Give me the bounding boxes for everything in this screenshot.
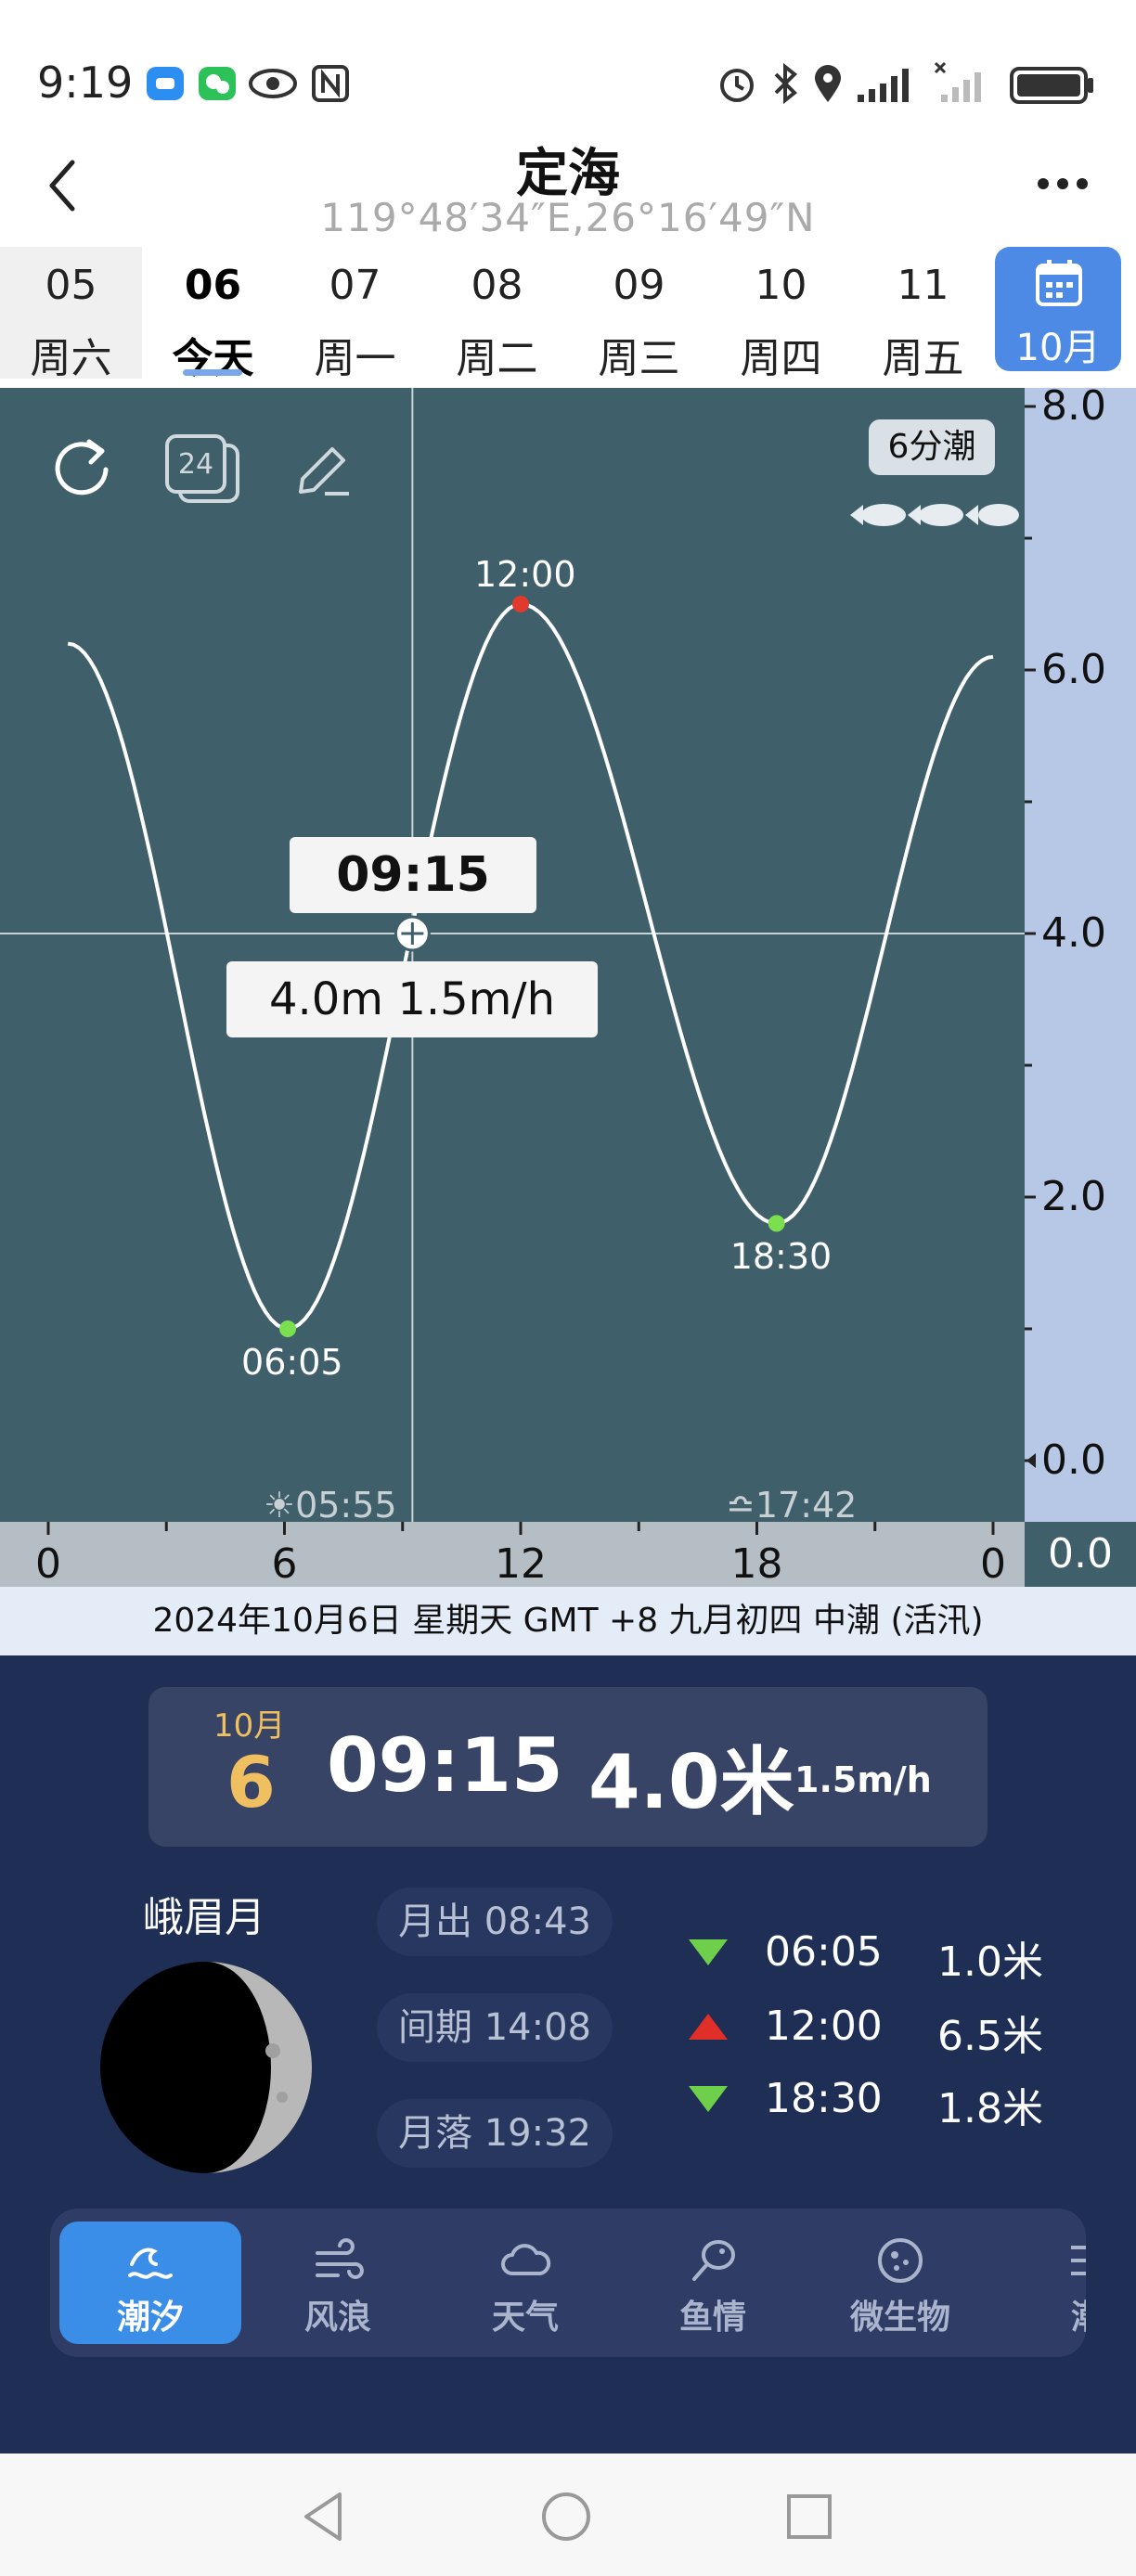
date-item[interactable]: 08 周二 bbox=[426, 247, 568, 382]
y-axis-ticks bbox=[1025, 405, 1036, 1468]
date-item[interactable]: 10 周四 bbox=[710, 247, 852, 382]
x-axis-ticks bbox=[46, 1522, 995, 1535]
nav-home-icon[interactable] bbox=[538, 2489, 594, 2544]
current-height: 4.0米 bbox=[588, 1739, 794, 1825]
current-level-arrow bbox=[1026, 1453, 1036, 1468]
sunset-label: ≏17:42 bbox=[726, 1485, 858, 1526]
x-tick-label: 18 bbox=[730, 1540, 783, 1588]
24-hour-icon[interactable]: 24 bbox=[163, 432, 247, 510]
tab-wind-wave[interactable]: 风浪 bbox=[247, 2222, 429, 2344]
microbe-icon bbox=[878, 2238, 923, 2283]
status-bar: 9:19 bbox=[0, 0, 1136, 139]
alarm-icon bbox=[720, 69, 754, 102]
battery-icon bbox=[1010, 67, 1093, 104]
moon-phase-name: 峨眉月 bbox=[143, 1894, 265, 1941]
tab-fishing[interactable]: 鱼情 bbox=[622, 2222, 804, 2344]
signal-2-icon bbox=[934, 61, 981, 102]
x-tick-label: 0 bbox=[980, 1540, 1006, 1588]
x-tick-label: 12 bbox=[495, 1540, 547, 1588]
y-tick-label: 8.0 bbox=[1041, 382, 1106, 430]
more-options-button[interactable] bbox=[1030, 165, 1095, 202]
fish-rating-icon bbox=[850, 504, 1019, 526]
tide-point-label: 12:00 bbox=[474, 554, 576, 595]
date-item[interactable]: 09 周三 bbox=[568, 247, 710, 382]
low-tide-icon bbox=[689, 1939, 728, 1965]
x-tick-label: 0 bbox=[35, 1540, 61, 1588]
tide-type-badge: 6分潮 bbox=[869, 419, 995, 475]
date-item[interactable]: 11 周五 bbox=[852, 247, 994, 382]
status-time: 9:19 bbox=[37, 58, 134, 108]
bluetooth-icon bbox=[774, 62, 797, 105]
tab-microbe[interactable]: 微生物 bbox=[809, 2222, 991, 2344]
refresh-icon[interactable] bbox=[46, 432, 121, 507]
today-underline bbox=[183, 369, 242, 376]
cursor-value-tooltip: 4.0m 1.5m/h bbox=[226, 961, 598, 1037]
moon-phase-icon bbox=[100, 1962, 312, 2173]
location-coordinates: 119°48′34″E,26°16′49″N bbox=[320, 195, 816, 240]
signal-icon bbox=[858, 69, 909, 102]
axis-zero-badge: 0.0 bbox=[1025, 1522, 1136, 1587]
date-info-line: 2024年10月6日 星期天 GMT +8 九月初四 中潮 (活汛) bbox=[0, 1587, 1136, 1655]
low-tide-point bbox=[768, 1215, 785, 1232]
current-time: 09:15 bbox=[327, 1722, 563, 1809]
calendar-icon bbox=[1036, 260, 1082, 306]
tab-weather[interactable]: 天气 bbox=[434, 2222, 616, 2344]
current-rate: 1.5m/h bbox=[794, 1759, 932, 1800]
tide-point-label: 06:05 bbox=[241, 1342, 343, 1383]
wind-icon bbox=[316, 2238, 364, 2279]
y-tick-label: 2.0 bbox=[1041, 1173, 1106, 1220]
date-item-today[interactable]: 06 今天 bbox=[142, 247, 284, 382]
edit-icon[interactable] bbox=[291, 438, 356, 503]
cloud-icon bbox=[501, 2244, 551, 2275]
date-item[interactable]: 07 周一 bbox=[284, 247, 426, 382]
high-tide-icon bbox=[689, 2014, 728, 2040]
message-app-icon bbox=[147, 67, 184, 100]
calendar-month-label: 10月 bbox=[1015, 327, 1101, 369]
nfc-icon bbox=[312, 65, 349, 102]
high-tide-point bbox=[512, 596, 529, 612]
calendar-button[interactable]: 10月 bbox=[995, 247, 1121, 371]
tide-row: 18:30 1.8米 bbox=[687, 2075, 1077, 2132]
feature-tab-bar: 潮汐 风浪 天气 鱼情 微生物 潮 bbox=[50, 2209, 1086, 2357]
nav-recents-icon[interactable] bbox=[781, 2489, 837, 2544]
system-nav-bar bbox=[0, 2454, 1136, 2576]
location-icon bbox=[815, 65, 841, 102]
wechat-icon bbox=[199, 67, 236, 100]
svg-text:24: 24 bbox=[178, 448, 213, 481]
current-reading-card: 10月 6 09:15 4.0米 1.5m/h bbox=[148, 1687, 988, 1847]
current-month: 10月 bbox=[213, 1707, 286, 1745]
fish-icon bbox=[692, 2240, 735, 2281]
low-tide-icon bbox=[689, 2086, 728, 2112]
x-tick-label: 6 bbox=[271, 1540, 298, 1588]
wave-icon bbox=[128, 2248, 173, 2279]
tide-point-label: 18:30 bbox=[729, 1236, 833, 1278]
tide-row: 06:05 1.0米 bbox=[687, 1928, 1077, 1986]
y-tick-label: 4.0 bbox=[1041, 909, 1106, 957]
date-item[interactable]: 05 周六 bbox=[0, 247, 142, 382]
current-day: 6 bbox=[226, 1741, 276, 1823]
y-tick-label: 6.0 bbox=[1041, 646, 1106, 693]
date-selector: 05 周六 06 今天 07 周一 08 周二 09 周三 10 周四 11 周五 bbox=[0, 247, 1136, 382]
app-screen: 9:19 定海 119°48′34″E,26°16′49″N 05 周六 06 今天… bbox=[0, 0, 1136, 2576]
sunrise-label: ☀05:55 bbox=[264, 1485, 397, 1526]
tab-more[interactable]: 潮 bbox=[997, 2222, 1086, 2344]
nav-back-icon[interactable] bbox=[297, 2489, 353, 2544]
cursor-time-tooltip: 09:15 bbox=[290, 837, 536, 913]
y-tick-label: 0.0 bbox=[1041, 1436, 1106, 1484]
interval-pill: 间期 14:08 bbox=[377, 1993, 613, 2062]
eye-icon bbox=[249, 69, 297, 98]
tide-row: 12:00 6.5米 bbox=[687, 2003, 1077, 2060]
list-icon bbox=[1071, 2246, 1086, 2275]
moonset-pill: 月落 19:32 bbox=[377, 2099, 613, 2168]
moonrise-pill: 月出 08:43 bbox=[377, 1887, 613, 1956]
low-tide-point bbox=[279, 1320, 297, 1337]
tab-tide[interactable]: 潮汐 bbox=[59, 2222, 241, 2344]
